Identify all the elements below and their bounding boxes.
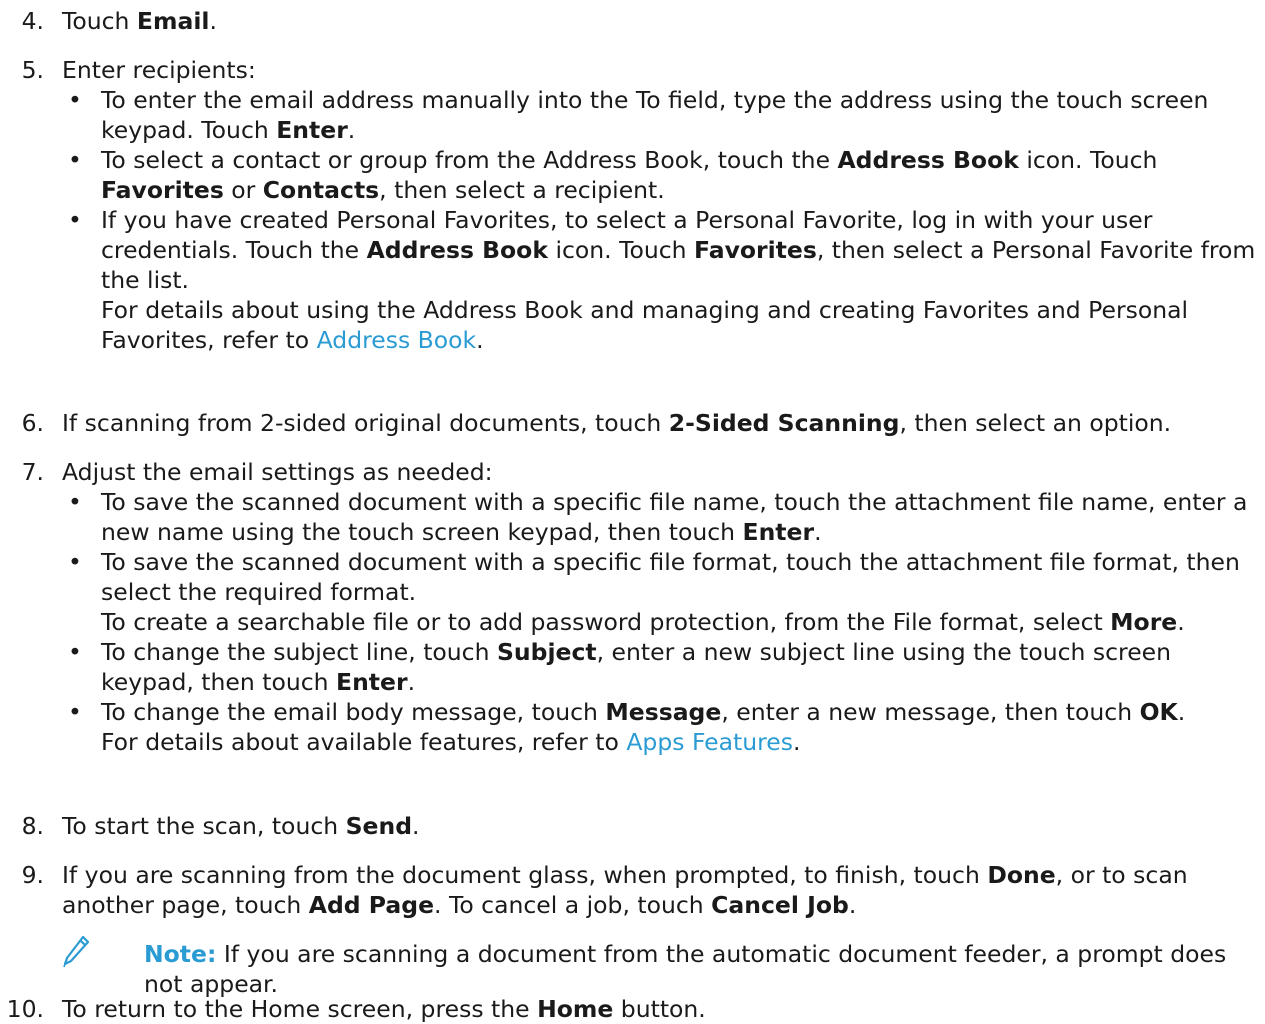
- note-callout: Note: If you are scanning a document fro…: [62, 935, 1265, 999]
- step-number: 7.: [21, 458, 44, 486]
- address-book-link[interactable]: Address Book: [317, 326, 477, 354]
- bullet-list: To save the scanned document with a spec…: [62, 487, 1265, 757]
- list-item: To change the subject line, touch Subjec…: [62, 637, 1265, 697]
- step-text: To return to the Home screen, press the …: [62, 995, 706, 1023]
- step-4: 4. Touch Email.: [0, 6, 1265, 36]
- step-text: If you are scanning from the document gl…: [62, 861, 1188, 919]
- step-9: 9. If you are scanning from the document…: [0, 860, 1265, 999]
- pencil-icon: [62, 935, 90, 969]
- list-item: If you have created Personal Favorites, …: [62, 205, 1265, 355]
- step-6: 6. If scanning from 2-sided original doc…: [0, 408, 1265, 438]
- step-text: To start the scan, touch Send.: [62, 812, 420, 840]
- list-item: To change the email body message, touch …: [62, 697, 1265, 757]
- step-intro: Enter recipients:: [62, 56, 256, 84]
- apps-features-link[interactable]: Apps Features: [626, 728, 793, 756]
- note-label: Note:: [144, 940, 217, 968]
- step-text: Touch Email.: [62, 7, 217, 35]
- step-intro: Adjust the email settings as needed:: [62, 458, 493, 486]
- step-5: 5. Enter recipients: To enter the email …: [0, 55, 1265, 355]
- bullet-list: To enter the email address manually into…: [62, 85, 1265, 355]
- step-text: If scanning from 2-sided original docume…: [62, 409, 1172, 437]
- note-text: If you are scanning a document from the …: [144, 940, 1227, 998]
- list-item: To save the scanned document with a spec…: [62, 487, 1265, 547]
- list-item: To enter the email address manually into…: [62, 85, 1265, 145]
- step-10: 10. To return to the Home screen, press …: [0, 994, 1265, 1024]
- step-number: 10.: [6, 995, 44, 1023]
- step-number: 4.: [21, 7, 44, 35]
- step-number: 5.: [21, 56, 44, 84]
- list-item: To save the scanned document with a spec…: [62, 547, 1265, 637]
- list-item: To select a contact or group from the Ad…: [62, 145, 1265, 205]
- step-8: 8. To start the scan, touch Send.: [0, 811, 1265, 841]
- step-7: 7. Adjust the email settings as needed: …: [0, 457, 1265, 757]
- step-number: 8.: [21, 812, 44, 840]
- step-number: 9.: [21, 861, 44, 889]
- step-number: 6.: [21, 409, 44, 437]
